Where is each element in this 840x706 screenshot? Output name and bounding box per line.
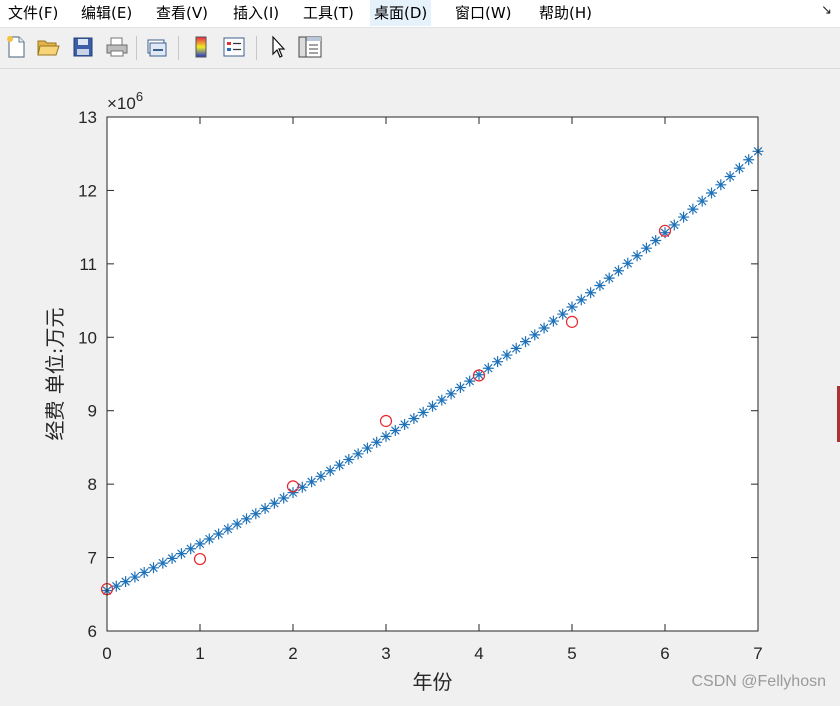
- y-tick-label: 6: [88, 622, 97, 641]
- fit-asterisk-point: [194, 538, 206, 550]
- y-tick-label: 10: [78, 328, 97, 347]
- save-icon[interactable]: [70, 34, 96, 60]
- y-tick-label: 12: [78, 181, 97, 200]
- fit-asterisk-point: [631, 250, 643, 262]
- y-tick-label: 11: [79, 255, 97, 274]
- menu-window[interactable]: 窗口(W): [451, 0, 516, 26]
- fit-asterisk-point: [538, 322, 550, 334]
- fit-asterisk-point: [445, 388, 457, 400]
- x-tick-label: 0: [102, 644, 111, 663]
- toolbar-separator: [256, 36, 257, 60]
- fit-asterisk-point: [520, 336, 531, 348]
- chart: 0 1 2 3 4 5 6 7678910111213 ×106 年份 经费 单位:万元: [43, 89, 764, 694]
- x-tick-label: 6: [660, 644, 669, 663]
- print-icon[interactable]: [104, 34, 130, 60]
- fit-asterisk-point: [315, 470, 327, 482]
- y-tick-label: 9: [88, 402, 97, 421]
- x-tick-label: 4: [474, 644, 483, 663]
- x-tick-label: 7: [753, 644, 762, 663]
- fit-asterisk-point: [175, 548, 187, 560]
- menu-file[interactable]: 文件(F): [4, 0, 62, 26]
- open-file-icon[interactable]: [35, 34, 61, 60]
- x-tick-label: 2: [288, 644, 297, 663]
- x-axis-label: 年份: [413, 670, 453, 694]
- fit-asterisk-point: [399, 419, 411, 431]
- x-tick-label: 3: [381, 644, 390, 663]
- fit-asterisk-point: [157, 557, 169, 569]
- y-tick-label: 13: [78, 108, 97, 127]
- figure-toolbar: [0, 28, 840, 69]
- new-figure-icon[interactable]: [3, 34, 29, 60]
- edit-plot-pointer-icon[interactable]: [265, 34, 291, 60]
- fit-asterisk-point: [268, 497, 280, 509]
- menu-edit[interactable]: 编辑(E): [77, 0, 136, 26]
- watermark: CSDN @Fellyhosn: [691, 673, 827, 690]
- menu-view[interactable]: 查看(V): [152, 0, 212, 26]
- fit-asterisk-point: [427, 400, 438, 412]
- fit-asterisk-point: [259, 503, 271, 515]
- fit-asterisk-point: [510, 342, 522, 354]
- y-tick-label: 8: [88, 475, 97, 494]
- fit-asterisk-point: [380, 430, 392, 442]
- menu-bar: 文件(F) 编辑(E) 查看(V) 插入(I) 工具(T) 桌面(D) 窗口(W…: [0, 0, 840, 28]
- fit-asterisk-point: [287, 487, 299, 499]
- insert-colorbar-icon[interactable]: [188, 34, 214, 60]
- y-exponent-label: ×106: [107, 89, 143, 113]
- x-tick-label: 5: [567, 644, 576, 663]
- insert-legend-icon[interactable]: [221, 34, 247, 60]
- y-axis-label: 经费 单位:万元: [43, 307, 67, 440]
- menu-help[interactable]: 帮助(H): [535, 0, 596, 26]
- fit-asterisk-point: [492, 356, 504, 368]
- fit-asterisk-point: [334, 459, 345, 471]
- fit-asterisk-point: [361, 442, 373, 454]
- menu-insert[interactable]: 插入(I): [229, 0, 283, 26]
- fit-asterisk-point: [454, 382, 466, 394]
- property-inspector-icon[interactable]: [297, 34, 323, 60]
- toolbar-separator: [178, 36, 179, 60]
- fit-asterisk-point: [213, 528, 225, 540]
- x-tick-label: 1: [195, 644, 204, 663]
- fit-asterisk-point: [352, 448, 364, 460]
- axes-background: [107, 117, 758, 631]
- fit-asterisk-point: [241, 513, 252, 525]
- fit-asterisk-point: [129, 571, 141, 583]
- fit-asterisk-point: [306, 476, 318, 488]
- y-tick-label: 7: [88, 549, 97, 568]
- y-exponent-base: ×10: [107, 94, 136, 113]
- dock-arrow-icon[interactable]: ↘: [821, 3, 832, 18]
- menu-tools[interactable]: 工具(T): [299, 0, 358, 26]
- link-plot-icon[interactable]: [144, 34, 170, 60]
- figure-canvas: 0 1 2 3 4 5 6 7 6 7 8 9 10 11 12 13 ×106 年份 经费 单位:万元: [0, 69, 840, 702]
- toolbar-separator: [136, 36, 137, 60]
- menu-desktop[interactable]: 桌面(D): [370, 0, 432, 26]
- fit-asterisk-point: [678, 211, 690, 223]
- y-exponent-power: 6: [136, 89, 143, 104]
- fit-asterisk-point: [148, 562, 159, 574]
